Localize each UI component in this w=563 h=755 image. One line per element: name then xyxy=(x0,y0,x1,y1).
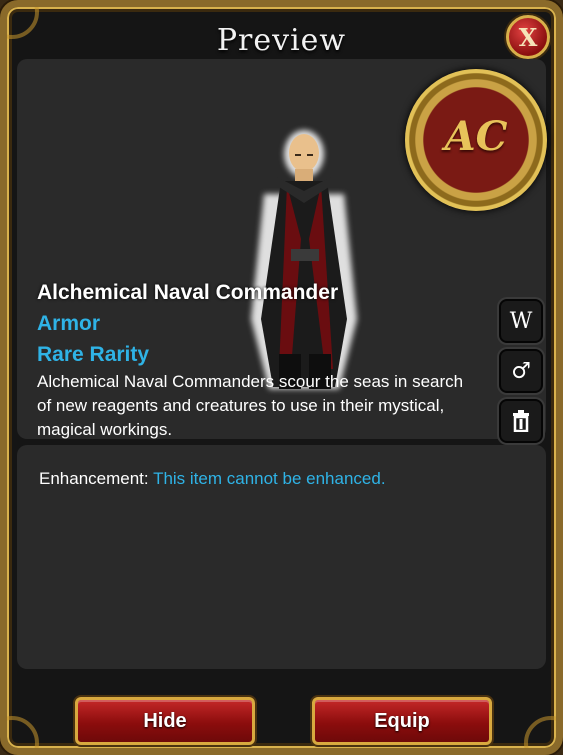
enhancement-panel: Enhancement: This item cannot be enhance… xyxy=(17,445,546,669)
ac-logo-icon: AC xyxy=(405,69,547,211)
corner-ornament xyxy=(7,716,39,748)
delete-button[interactable] xyxy=(499,399,543,443)
item-preview-panel: AC Alchemical Naval Commander Armor Rare… xyxy=(17,59,547,443)
item-rarity: Rare Rarity xyxy=(37,343,150,366)
wear-button[interactable]: W xyxy=(499,299,543,343)
enhancement-label: Enhancement: xyxy=(39,469,149,488)
item-description: Alchemical Naval Commanders scour the se… xyxy=(37,372,464,439)
corner-ornament xyxy=(524,716,556,748)
hide-button[interactable]: Hide xyxy=(75,697,255,745)
enhancement-info: Enhancement: This item cannot be enhance… xyxy=(39,469,386,489)
enhancement-value: This item cannot be enhanced. xyxy=(153,469,386,488)
preview-window: Preview X AC Alchemical Naval Commander … xyxy=(0,0,563,755)
trash-icon xyxy=(513,410,529,432)
item-type: Armor xyxy=(37,312,101,335)
close-button[interactable]: X xyxy=(506,15,550,59)
wear-icon: W xyxy=(509,308,533,334)
gender-button[interactable]: ♂ xyxy=(499,349,543,393)
equip-button[interactable]: Equip xyxy=(312,697,492,745)
male-gender-icon: ♂ xyxy=(511,358,531,384)
item-name: Alchemical Naval Commander xyxy=(37,281,339,304)
window-title: Preview xyxy=(216,23,347,58)
close-icon: X xyxy=(518,22,538,52)
character-preview xyxy=(251,130,357,389)
ac-logo-monogram: AC xyxy=(444,113,508,160)
